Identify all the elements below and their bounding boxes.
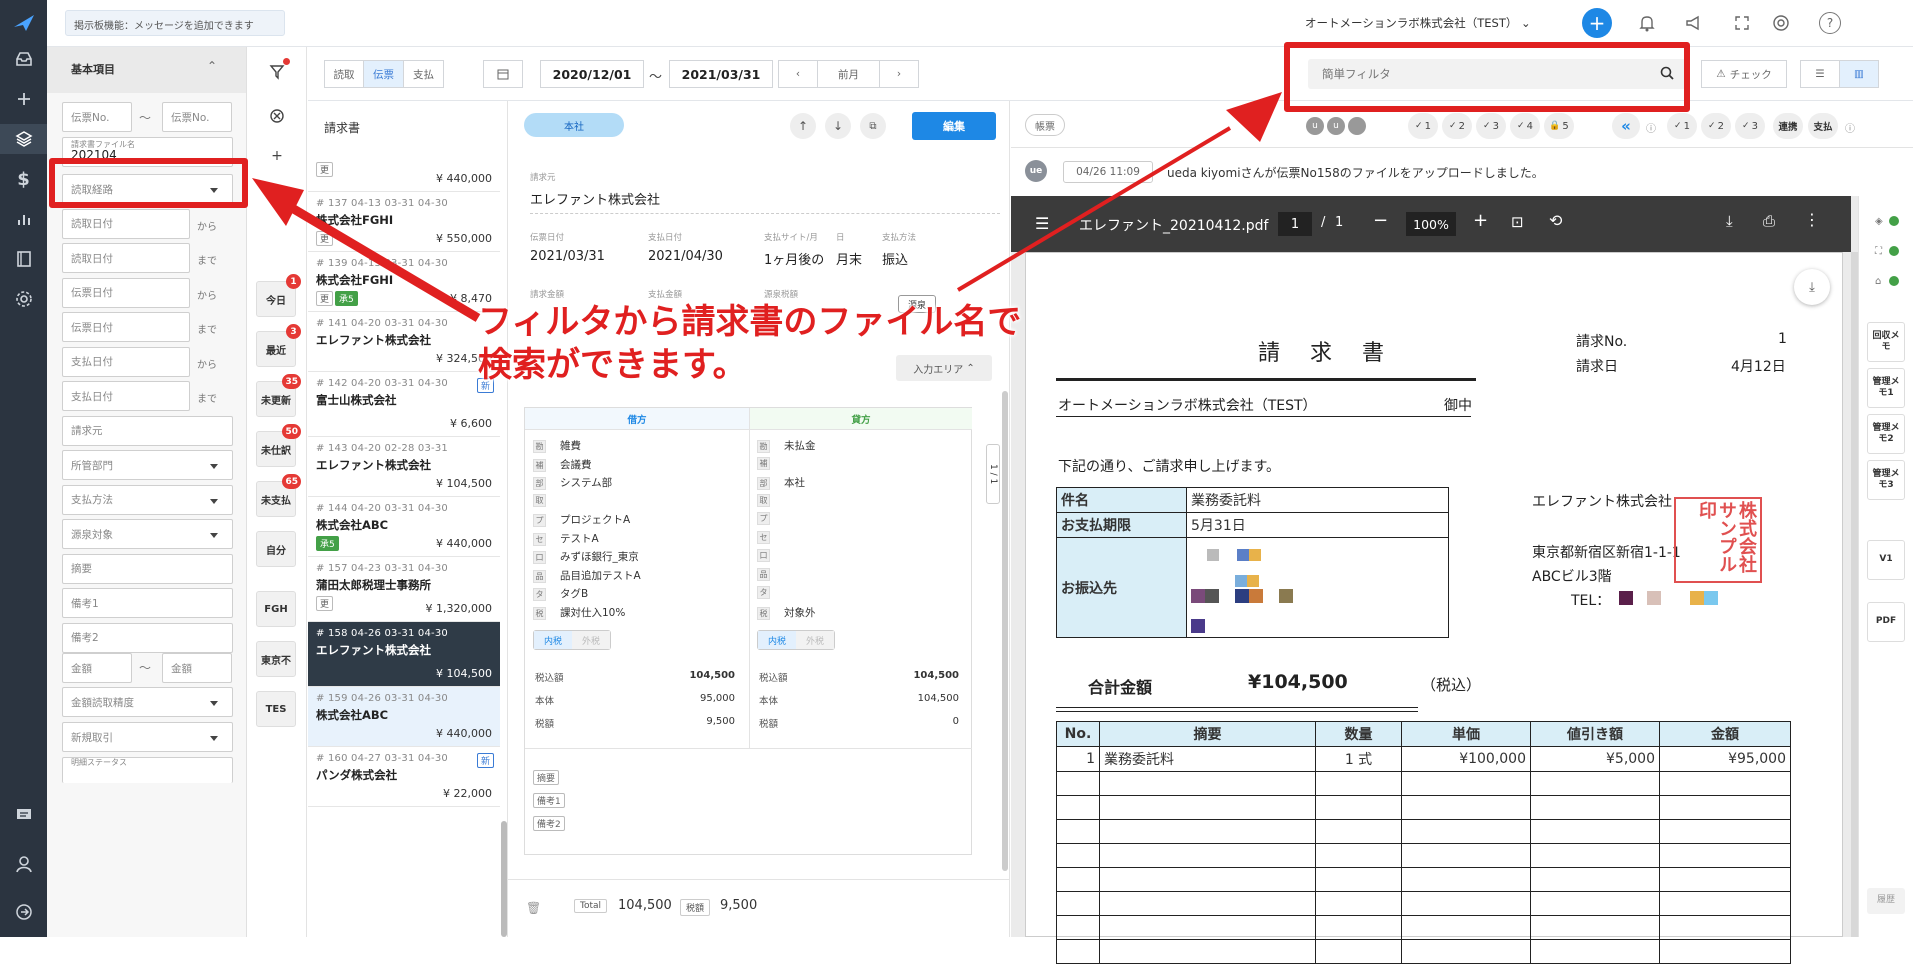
- annotation-text-line2: 検索ができます。: [478, 345, 747, 385]
- empty-cell: [1056, 939, 1100, 964]
- empty-cell: [1315, 939, 1402, 964]
- annotation-arrows: [252, 92, 1282, 322]
- arrowhead-icon: [252, 178, 304, 226]
- annotation-text-line1: フィルタから請求書のファイル名で: [478, 302, 1022, 342]
- empty-cell: [1401, 939, 1531, 964]
- empty-cell: [1659, 939, 1791, 964]
- table-row: [1056, 939, 1791, 964]
- arrow-to-search: [956, 126, 1232, 292]
- arrow-to-filename: [289, 204, 481, 322]
- arrowhead-icon: [1226, 92, 1282, 142]
- empty-cell: [1530, 939, 1660, 964]
- empty-cell: [1099, 939, 1316, 964]
